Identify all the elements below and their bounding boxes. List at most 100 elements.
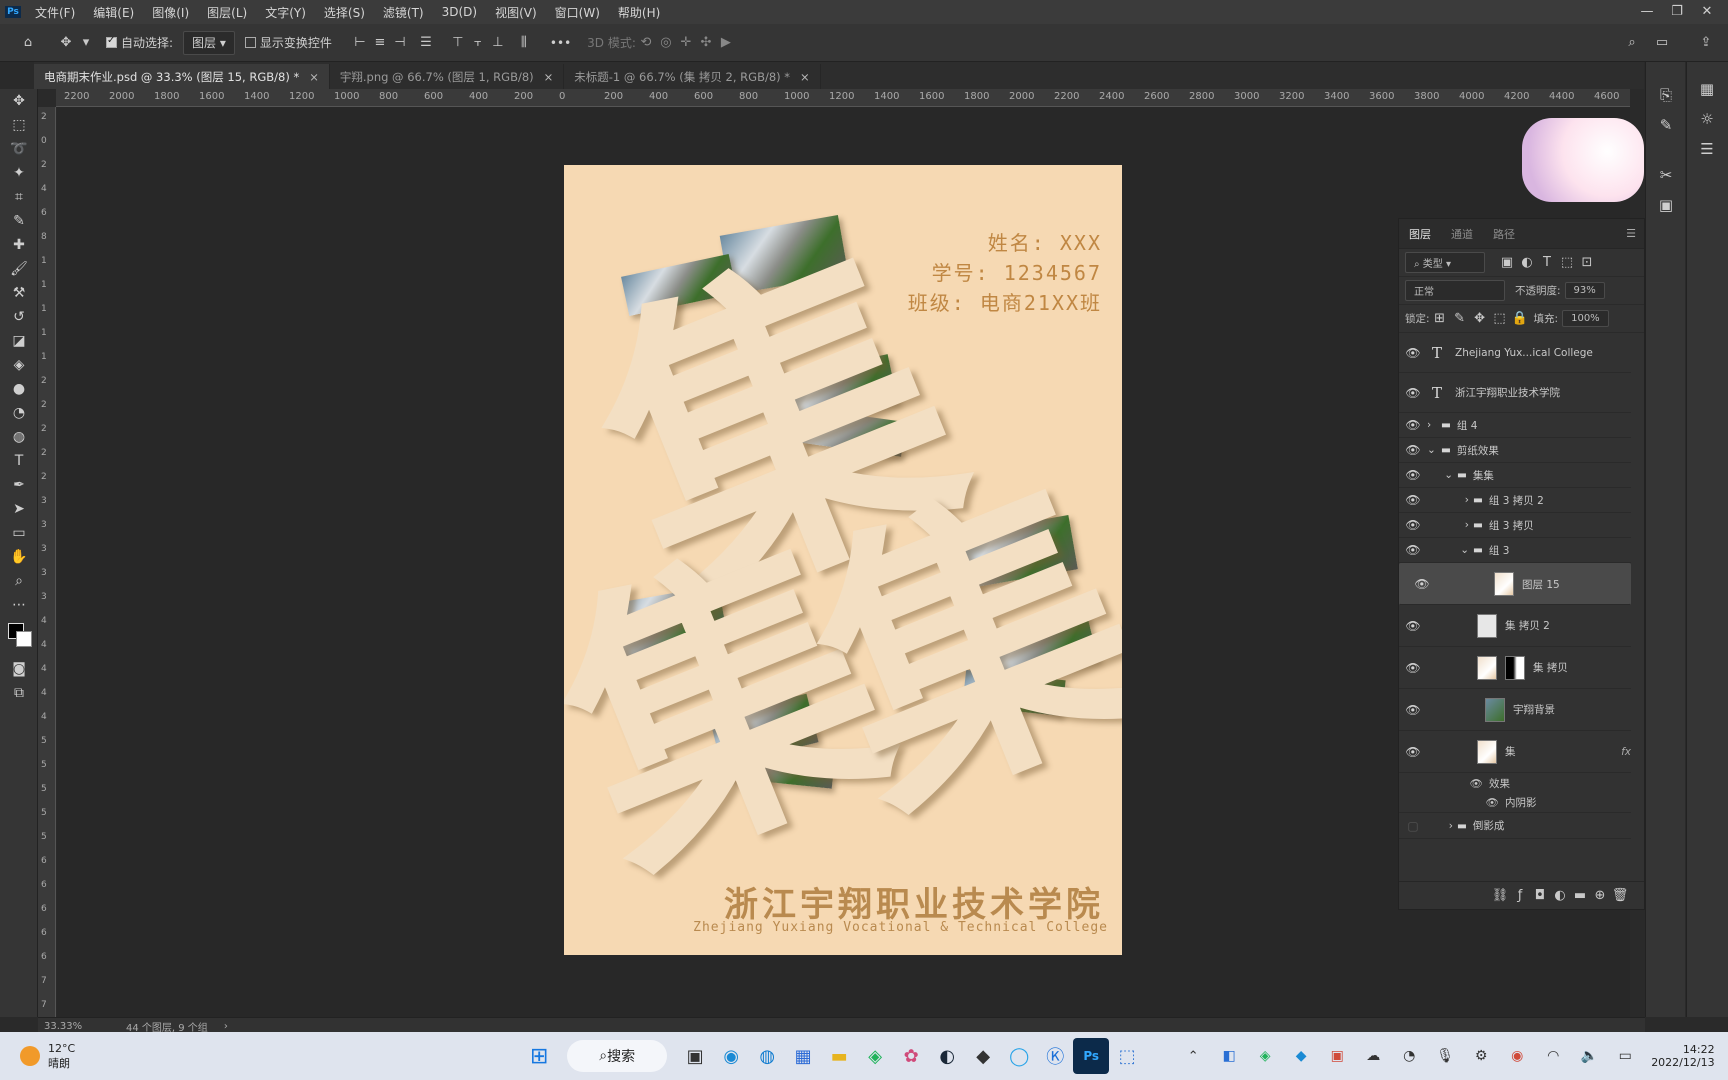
tray-app-icon[interactable]: ◆ bbox=[1283, 1038, 1319, 1074]
properties-panel-icon[interactable]: ☰ bbox=[1687, 134, 1727, 164]
expand-icon[interactable]: › bbox=[1427, 419, 1441, 431]
microphone-icon[interactable]: 🎙 bbox=[1427, 1038, 1463, 1074]
color-swatches-icon[interactable] bbox=[0, 617, 38, 657]
magic-wand-icon[interactable]: ✦ bbox=[0, 161, 38, 185]
layer-row[interactable]: 👁 T Zhejiang Yux...ical College bbox=[1399, 333, 1631, 373]
eye-icon[interactable]: 👁 bbox=[1399, 386, 1427, 400]
lock-all-icon[interactable]: 🔒 bbox=[1510, 309, 1530, 329]
k-app-icon[interactable]: Ⓚ bbox=[1037, 1038, 1073, 1074]
collapse-icon[interactable]: ⌄ bbox=[1427, 444, 1441, 456]
dodge-tool-icon[interactable]: ◔ bbox=[0, 401, 38, 425]
eye-icon[interactable]: 👁 bbox=[1399, 346, 1427, 360]
qq-icon[interactable]: ◯ bbox=[1001, 1038, 1037, 1074]
chevron-down-icon[interactable]: ▾ bbox=[76, 33, 96, 53]
history-brush-icon[interactable]: ↺ bbox=[0, 305, 38, 329]
align-top-icon[interactable]: ⊤ bbox=[448, 33, 468, 53]
healing-brush-icon[interactable]: ✚ bbox=[0, 233, 38, 257]
pan-3d-icon[interactable]: ✛ bbox=[676, 33, 696, 53]
collapse-icon[interactable]: ⌄ bbox=[1427, 544, 1473, 556]
brush-tool-icon[interactable]: 🖌 bbox=[0, 257, 38, 281]
eye-icon[interactable]: 👁 bbox=[1399, 777, 1489, 790]
chevron-up-icon[interactable]: ⌃ bbox=[1175, 1038, 1211, 1074]
tray-app-icon[interactable]: ◔ bbox=[1391, 1038, 1427, 1074]
volume-icon[interactable]: 🔈 bbox=[1571, 1038, 1607, 1074]
close-button[interactable]: ✕ bbox=[1692, 0, 1722, 24]
move-tool-icon[interactable]: ✥ bbox=[0, 89, 38, 113]
tab-paths[interactable]: 路径 bbox=[1483, 226, 1525, 242]
more-options-button[interactable]: ••• bbox=[550, 31, 571, 55]
steam-icon[interactable]: ◐ bbox=[929, 1038, 965, 1074]
distribute-vertical-icon[interactable]: ⫼ bbox=[514, 33, 534, 53]
filter-shape-icon[interactable]: ⬚ bbox=[1557, 253, 1577, 273]
align-right-icon[interactable]: ⊣ bbox=[390, 33, 410, 53]
swatches-panel-icon[interactable]: ▦ bbox=[1687, 74, 1727, 104]
lock-transparency-icon[interactable]: ⊞ bbox=[1430, 309, 1450, 329]
sponge-icon[interactable]: ◍ bbox=[0, 425, 38, 449]
eye-icon[interactable]: 👁 bbox=[1399, 518, 1427, 532]
layer-row-selected[interactable]: 👁 图层 15 bbox=[1399, 563, 1631, 605]
cloud-icon[interactable]: ☁ bbox=[1355, 1038, 1391, 1074]
filter-smart-icon[interactable]: ⊡ bbox=[1577, 253, 1597, 273]
wechat-icon[interactable]: ◈ bbox=[857, 1038, 893, 1074]
eye-hidden-icon[interactable]: ▢ bbox=[1399, 819, 1427, 833]
eye-icon[interactable]: 👁 bbox=[1399, 543, 1427, 557]
add-mask-icon[interactable]: ◘ bbox=[1530, 886, 1550, 906]
panel-menu-icon[interactable]: ☰ bbox=[1626, 227, 1636, 240]
eye-icon[interactable]: 👁 bbox=[1399, 443, 1427, 457]
auto-select-checkbox[interactable]: 自动选择: bbox=[106, 31, 173, 55]
app-icon[interactable]: ✿ bbox=[893, 1038, 929, 1074]
history-panel-icon[interactable]: ⎘ bbox=[1646, 80, 1686, 110]
eyedropper-icon[interactable]: ✎ bbox=[0, 209, 38, 233]
tab-layers[interactable]: 图层 bbox=[1399, 226, 1441, 242]
unity-icon[interactable]: ◆ bbox=[965, 1038, 1001, 1074]
lasso-tool-icon[interactable]: ➰ bbox=[0, 137, 38, 161]
home-icon[interactable]: ⌂ bbox=[18, 33, 38, 53]
menu-3d[interactable]: 3D(D) bbox=[433, 5, 486, 19]
quick-mask-icon[interactable]: ◙ bbox=[0, 657, 38, 681]
taskbar-search[interactable]: ⌕ 搜索 bbox=[567, 1040, 668, 1072]
eye-icon[interactable]: 👁 bbox=[1399, 703, 1427, 717]
align-middle-icon[interactable]: ⫟ bbox=[468, 33, 488, 53]
layer-row[interactable]: 👁 集 拷贝 bbox=[1399, 647, 1631, 689]
store-icon[interactable]: ▦ bbox=[785, 1038, 821, 1074]
fx-badge[interactable]: fx bbox=[1621, 746, 1631, 758]
fill-input[interactable]: 100% bbox=[1562, 310, 1609, 327]
edge-browser-icon[interactable]: ◉ bbox=[713, 1038, 749, 1074]
layer-row[interactable]: 👁 › ▬ 组 3 拷贝 2 bbox=[1399, 488, 1631, 513]
start-icon[interactable]: ⊞ bbox=[521, 1038, 557, 1074]
blend-mode-dropdown[interactable]: 正常 bbox=[1405, 280, 1505, 301]
tab-document-1[interactable]: 电商期末作业.psd @ 33.3% (图层 15, RGB/8) * × bbox=[34, 64, 330, 89]
layer-row[interactable]: ▢ › ▬ 倒影成 bbox=[1399, 813, 1631, 839]
tab-document-2[interactable]: 宇翔.png @ 66.7% (图层 1, RGB/8) × bbox=[330, 64, 565, 89]
layer-filter-dropdown[interactable]: ⌕ 类型 ▾ bbox=[1405, 252, 1485, 273]
workspace-icon[interactable]: ▭ bbox=[1652, 33, 1672, 53]
menu-view[interactable]: 视图(V) bbox=[486, 4, 546, 21]
menu-image[interactable]: 图像(I) bbox=[143, 4, 198, 21]
restore-button[interactable]: ❐ bbox=[1662, 0, 1692, 24]
screen-mode-icon[interactable]: ⧉ bbox=[0, 681, 38, 705]
menu-edit[interactable]: 编辑(E) bbox=[84, 4, 143, 21]
clock[interactable]: 14:22 2022/12/13 bbox=[1651, 1043, 1714, 1069]
layer-row[interactable]: 👁 ⌄ ▬ 剪纸效果 bbox=[1399, 438, 1631, 463]
menu-window[interactable]: 窗口(W) bbox=[546, 4, 609, 21]
adjustments-panel-icon[interactable]: ☼ bbox=[1687, 104, 1727, 134]
lock-pixels-icon[interactable]: ✎ bbox=[1450, 309, 1470, 329]
eye-icon[interactable]: 👁 bbox=[1399, 796, 1505, 809]
layer-row[interactable]: 👁 集 fx bbox=[1399, 731, 1631, 773]
edge-icon[interactable]: ◍ bbox=[749, 1038, 785, 1074]
filter-type-icon[interactable]: T bbox=[1537, 253, 1557, 273]
auto-select-dropdown[interactable]: 图层 ▾ bbox=[183, 30, 235, 55]
marquee-tool-icon[interactable]: ⬚ bbox=[0, 113, 38, 137]
photoshop-logo[interactable]: Ps bbox=[0, 0, 26, 24]
poster-artboard[interactable]: 集 集 集 姓名: XXX 学号: 1234567 班级: 电商21XX班 浙江… bbox=[564, 165, 1122, 955]
file-explorer-icon[interactable]: ▬ bbox=[821, 1038, 857, 1074]
align-bottom-icon[interactable]: ⊥ bbox=[488, 33, 508, 53]
collapse-icon[interactable]: ⌄ bbox=[1427, 469, 1457, 481]
zoom-level[interactable]: 33.33% bbox=[44, 1021, 114, 1032]
tab-document-3[interactable]: 未标题-1 @ 66.7% (集 拷贝 2, RGB/8) * × bbox=[564, 64, 821, 89]
eraser-icon[interactable]: ◪ bbox=[0, 329, 38, 353]
show-transform-checkbox[interactable]: 显示变换控件 bbox=[244, 31, 332, 55]
menu-help[interactable]: 帮助(H) bbox=[609, 4, 669, 21]
eye-icon[interactable]: 👁 bbox=[1399, 745, 1427, 759]
eye-icon[interactable]: 👁 bbox=[1408, 577, 1436, 591]
